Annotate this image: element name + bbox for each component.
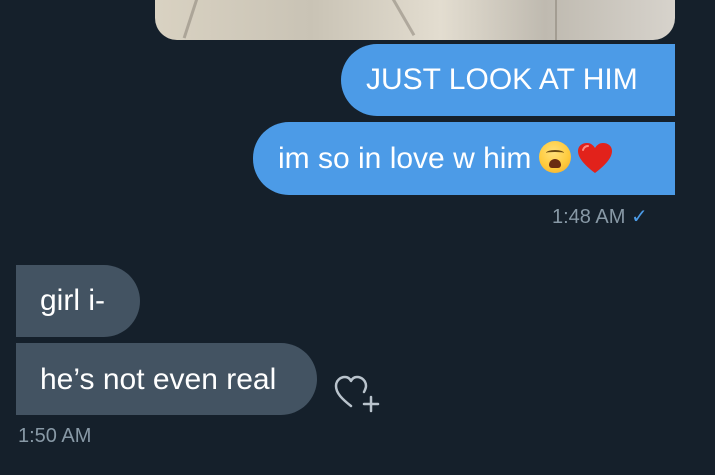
image-detail: [555, 0, 557, 40]
image-attachment[interactable]: [155, 0, 675, 40]
image-detail: [377, 0, 416, 37]
red-heart-emoji: [577, 142, 613, 183]
heart-plus-icon[interactable]: [333, 372, 383, 416]
weary-face-emoji: [539, 141, 572, 173]
message-timestamp-row: 1:48 AM ✓: [552, 204, 648, 229]
timestamp: 1:48 AM: [552, 206, 626, 228]
image-detail: [182, 0, 211, 39]
received-message[interactable]: girl i-: [16, 265, 140, 337]
checkmark-icon: ✓: [630, 206, 648, 228]
message-text: JUST LOOK AT HIM: [366, 63, 638, 96]
message-text: girl i-: [40, 284, 105, 317]
timestamp: 1:50 AM: [18, 425, 92, 447]
sent-message[interactable]: im so in love w him: [253, 122, 675, 195]
message-text: im so in love w him: [278, 142, 532, 175]
chat-conversation: JUST LOOK AT HIM im so in love w him 1:4…: [0, 0, 715, 475]
message-text: he’s not even real: [40, 363, 277, 396]
sent-message[interactable]: JUST LOOK AT HIM: [341, 44, 675, 116]
received-message[interactable]: he’s not even real: [16, 343, 317, 415]
